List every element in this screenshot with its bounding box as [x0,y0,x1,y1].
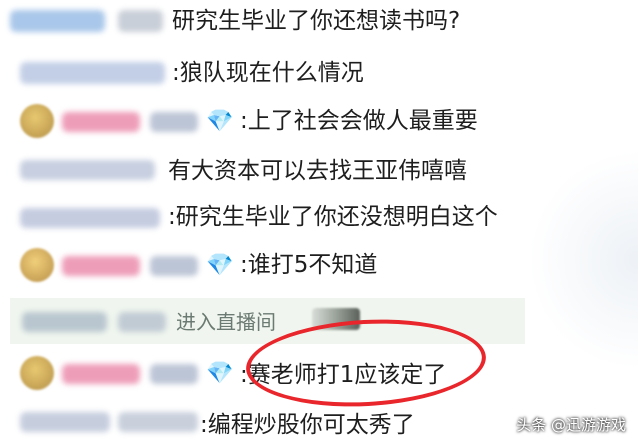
chat-message-row: 有大资本可以去找王亚伟嘻嘻 [0,148,638,194]
blurred-username [20,412,110,432]
blurred-username [62,256,140,276]
chat-message-row: :狼队现在什么情况 [0,52,638,98]
diamond-icon: 💎 [206,109,234,134]
chat-message-row: :研究生毕业了你还没想明白这个 [0,196,638,242]
blurred-username [118,412,198,432]
chat-message-text: :狼队现在什么情况 [172,60,364,86]
blurred-username [118,10,163,32]
chat-message-text: :上了社会会做人最重要 [240,108,478,134]
blurred-username [62,364,140,384]
user-avatar [20,104,54,138]
chat-message-text: :研究生毕业了你还没想明白这个 [168,204,498,230]
chat-message-text: :编程炒股你可太秀了 [200,412,415,438]
blurred-username [20,62,165,84]
blurred-username [10,10,105,32]
blurred-username [62,112,140,132]
blurred-username [118,312,166,332]
blurred-username [150,256,198,276]
blurred-username [20,160,155,180]
chat-message-row: 研究生毕业了你还想读书吗? [0,0,638,46]
chat-message-text: :谁打5不知道 [240,252,378,278]
blurred-username [22,312,107,332]
user-avatar [20,356,54,390]
blurred-username [150,364,198,384]
chat-message-text: 有大资本可以去找王亚伟嘻嘻 [168,158,467,184]
enter-room-text: 进入直播间 [176,310,276,334]
blurred-username [20,208,160,228]
diamond-icon: 💎 [206,253,234,278]
blurred-username [150,112,198,132]
chat-message-row: 💎 :上了社会会做人最重要 [0,100,638,146]
chat-message-text: 研究生毕业了你还想读书吗? [172,8,461,34]
user-avatar [20,248,54,282]
watermark: 头条 @迅游游戏 [516,416,626,434]
chat-message-row: 💎 :谁打5不知道 [0,244,638,290]
diamond-icon: 💎 [206,361,234,386]
